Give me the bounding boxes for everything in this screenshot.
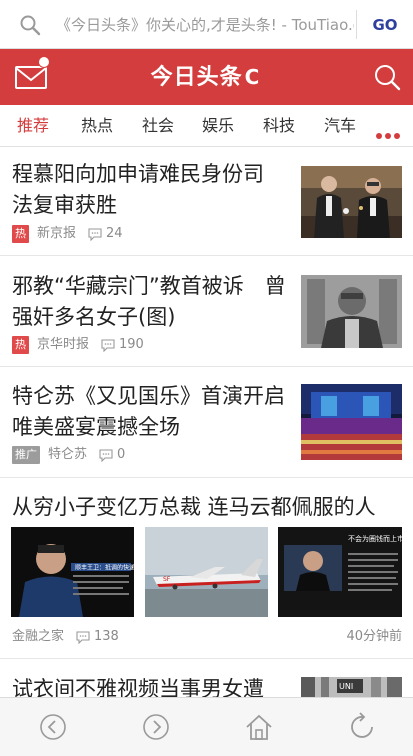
bottom-browser-nav [0,697,413,756]
article-image-2[interactable]: SF [145,527,268,617]
article-thumbnail[interactable] [301,166,402,238]
url-field[interactable]: 《今日头条》你关心的,才是头条! - TouTiao.com [56,14,354,36]
search-icon[interactable] [18,13,42,37]
comment-icon [76,631,90,644]
app-header: 今日头条 C [0,49,413,105]
article-item[interactable]: 邪教“华藏宗门”教首被诉 曾强奸多名女子(图) 热京华时报 190 [0,257,413,367]
article-meta: 热新京报 24 [12,225,123,243]
comment-count: 0 [117,447,126,462]
article-item[interactable]: 试衣间不雅视频当事男女遭 UNI [0,660,413,697]
comment-count: 138 [94,629,119,644]
hot-badge: 热 [12,336,29,354]
article-source: 新京报 [37,226,77,241]
logo-refresh-icon[interactable]: C [245,60,260,94]
article-title[interactable]: 从穷小子变亿万总裁 连马云都佩服的人 [12,492,407,523]
article-source: 特仑苏 [48,447,88,462]
app-logo[interactable]: 今日头条 C [130,60,280,94]
article-image-1[interactable]: 顺丰王卫：抵调的快递之王 [11,527,134,617]
article-item[interactable]: 程慕阳向加申请难民身份司法复审获胜 热新京报 24 [0,148,413,256]
more-tabs-icon[interactable] [376,124,406,139]
image-caption: 顺丰王卫：抵调的快递之王 [75,564,134,572]
article-title[interactable]: 试衣间不雅视频当事男女遭 [12,674,292,697]
article-title[interactable]: 邪教“华藏宗门”教首被诉 曾强奸多名女子(图) [12,271,292,333]
notification-dot [38,56,50,68]
article-image-3[interactable]: 不会为圈钱而上市 [278,527,402,617]
browser-address-bar: 《今日头条》你关心的,才是头条! - TouTiao.com GO [0,0,413,49]
comment-icon [99,449,113,462]
article-meta: 金融之家 138 [12,628,119,646]
svg-text:UNI: UNI [339,682,353,691]
article-thumbnail[interactable] [301,384,402,460]
image-caption: 不会为圈钱而上市 [348,534,402,543]
promoted-badge: 推广 [12,446,40,464]
comment-count: 190 [119,337,144,352]
tab-entertainment[interactable]: 娱乐 [202,105,234,147]
channel-tabs: 推荐 热点 社会 娱乐 科技 汽车 [0,105,413,147]
article-title[interactable]: 程慕阳向加申请难民身份司法复审获胜 [12,159,284,221]
article-time: 40分钟前 [346,629,402,644]
comment-icon [101,339,115,352]
article-meta: 热京华时报 190 [12,336,144,354]
article-item[interactable]: 从穷小子变亿万总裁 连马云都佩服的人 顺丰王卫：抵调的快递之王 SF 不会为圈钱… [0,479,413,659]
address-separator [356,10,357,39]
go-button[interactable]: GO [365,14,405,36]
forward-icon[interactable] [141,712,171,742]
logo-text: 今日头条 [150,65,243,90]
article-thumbnail[interactable]: UNI [301,677,402,697]
tab-auto[interactable]: 汽车 [324,105,356,147]
article-thumbnail[interactable] [301,275,402,348]
article-meta: 推广 特仑苏 0 [12,446,125,464]
comment-icon [88,228,102,241]
tab-hot[interactable]: 热点 [81,105,113,147]
back-icon[interactable] [38,712,68,742]
tab-society[interactable]: 社会 [142,105,174,147]
home-icon[interactable] [244,712,274,742]
comment-count: 24 [106,226,123,241]
article-source: 京华时报 [37,337,90,352]
article-source: 金融之家 [12,629,65,644]
article-item[interactable]: 特仑苏《又见国乐》首演开启 唯美盛宴震撼全场 推广 特仑苏 0 [0,368,413,478]
tab-tech[interactable]: 科技 [263,105,295,147]
hot-badge: 热 [12,225,29,243]
article-title[interactable]: 特仑苏《又见国乐》首演开启 唯美盛宴震撼全场 [12,381,287,443]
header-search-icon[interactable] [373,63,401,91]
refresh-icon[interactable] [348,712,378,742]
svg-text:SF: SF [163,576,171,583]
tab-recommend[interactable]: 推荐 [17,105,49,147]
